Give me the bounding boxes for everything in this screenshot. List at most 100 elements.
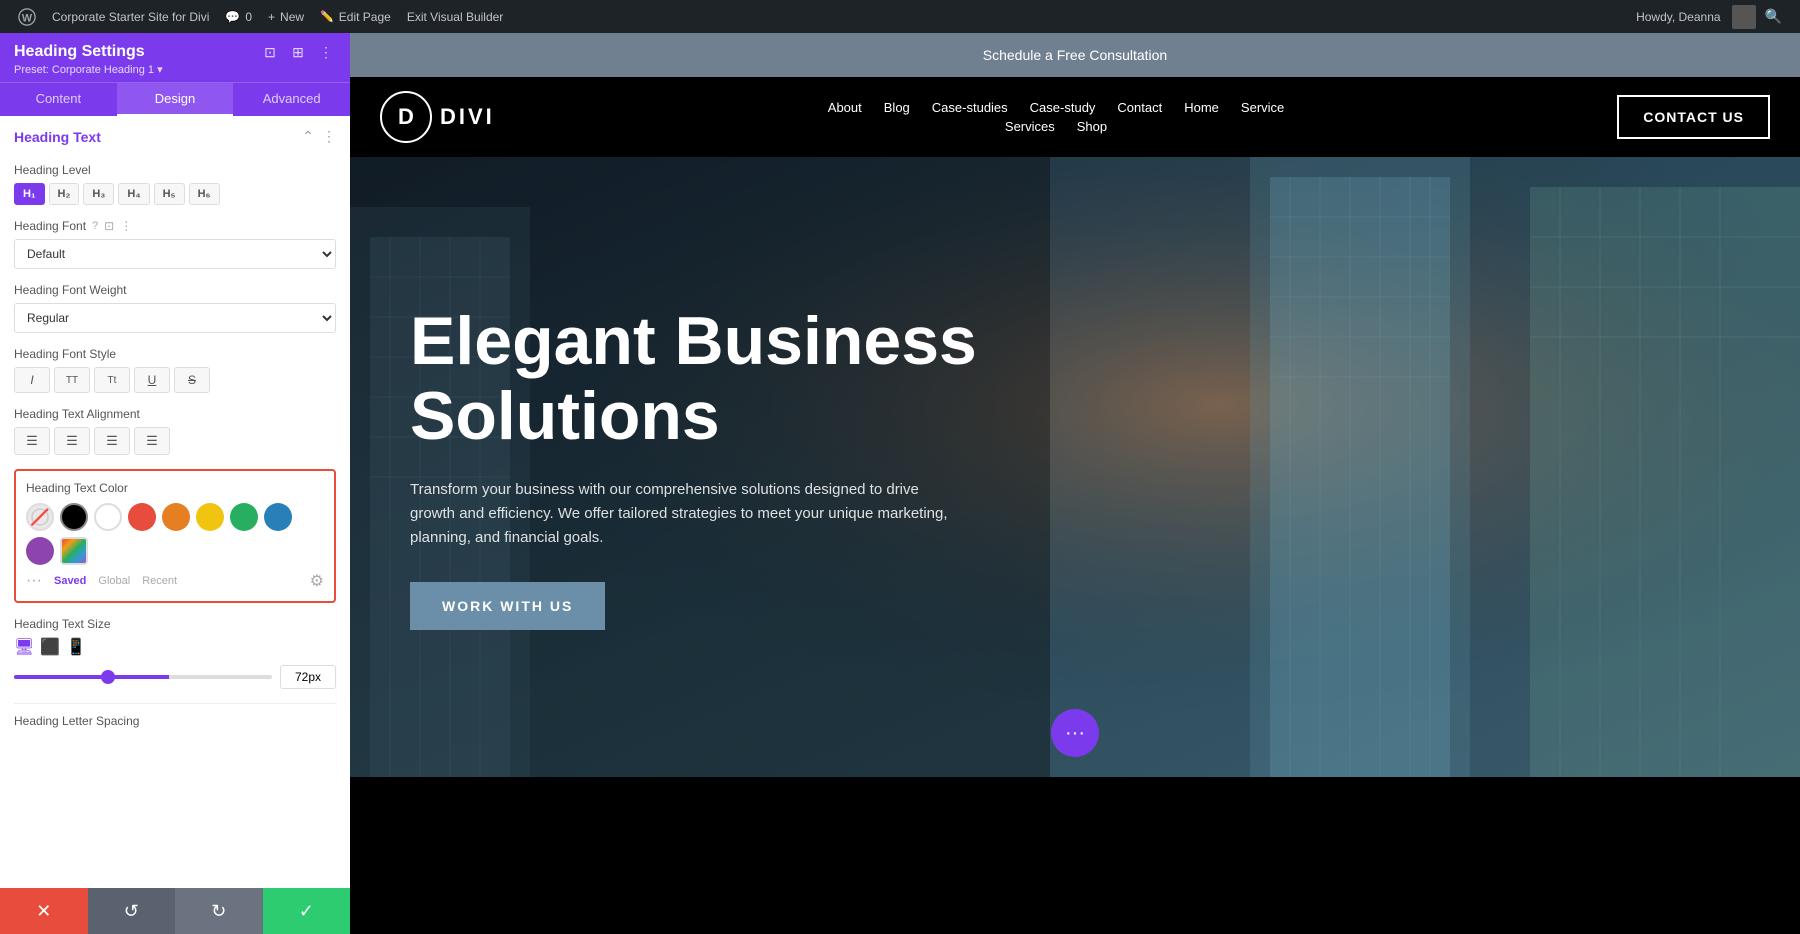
save-button[interactable]: ✓ xyxy=(263,888,351,934)
text-size-input[interactable]: 72px xyxy=(280,665,336,689)
heading-text-color-section: Heading Text Color xyxy=(14,469,336,603)
align-justify-btn[interactable]: ☰ xyxy=(134,427,170,455)
heading-font-row: Heading Font ? ⊡ ⋮ Default Arial Georgia xyxy=(14,219,336,269)
svg-text:W: W xyxy=(22,12,33,24)
heading-level-label: Heading Level xyxy=(14,163,336,177)
admin-bar: W Corporate Starter Site for Divi 💬 0 + … xyxy=(0,0,1800,33)
redo-button[interactable]: ↻ xyxy=(175,888,263,934)
contact-us-button[interactable]: CONTACT US xyxy=(1617,95,1770,139)
align-left-btn[interactable]: ☰ xyxy=(14,427,50,455)
color-swatch-transparent[interactable] xyxy=(26,503,54,531)
color-swatch-yellow[interactable] xyxy=(196,503,224,531)
color-swatch-black[interactable] xyxy=(60,503,88,531)
nav-services[interactable]: Services xyxy=(1005,119,1055,134)
underline-btn[interactable]: U xyxy=(134,367,170,393)
font-copy-icon[interactable]: ⊡ xyxy=(104,219,114,233)
settings-panel: Heading Settings ⊡ ⊞ ⋮ Preset: Corporate… xyxy=(0,33,350,934)
color-swatch-green[interactable] xyxy=(230,503,258,531)
heading-font-style-row: Heading Font Style I TT Tt U S xyxy=(14,347,336,393)
tablet-icon[interactable]: ⬛ xyxy=(40,637,60,657)
search-panel-icon[interactable]: ⊡ xyxy=(260,44,280,61)
nav-home[interactable]: Home xyxy=(1184,100,1219,115)
color-swatch-orange[interactable] xyxy=(162,503,190,531)
site-banner: Schedule a Free Consultation xyxy=(350,33,1800,77)
tab-design[interactable]: Design xyxy=(117,83,234,116)
heading-alignment-group: ☰ ☰ ☰ ☰ xyxy=(14,427,336,455)
heading-letter-spacing-label: Heading Letter Spacing xyxy=(14,714,336,728)
capitalize-btn[interactable]: Tt xyxy=(94,367,130,393)
heading-text-alignment-row: Heading Text Alignment ☰ ☰ ☰ ☰ xyxy=(14,407,336,455)
heading-h2-btn[interactable]: H₂ xyxy=(49,183,80,205)
strikethrough-btn[interactable]: S xyxy=(174,367,210,393)
heading-text-size-row: Heading Text Size 🖥 ⬛ 📱 72px xyxy=(14,617,336,689)
nav-blog[interactable]: Blog xyxy=(884,100,910,115)
hero-section: Elegant Business Solutions Transform you… xyxy=(350,157,1800,777)
floating-dots-button[interactable]: ··· xyxy=(1051,709,1099,757)
section-heading-icons: ⌃ ⋮ xyxy=(302,128,336,145)
heading-level-row: Heading Level H₁ H₂ H₃ H₄ H₅ H₆ xyxy=(14,163,336,205)
divider xyxy=(14,703,336,704)
device-icons: 🖥 ⬛ 📱 xyxy=(14,637,86,657)
font-more-icon[interactable]: ⋮ xyxy=(120,219,132,233)
color-tab-recent[interactable]: Recent xyxy=(142,575,177,587)
color-swatch-purple[interactable] xyxy=(26,537,54,565)
site-navigation: D DIVI About Blog Case-studies Case-stud… xyxy=(350,77,1800,157)
tab-content[interactable]: Content xyxy=(0,83,117,116)
color-settings-gear-icon[interactable]: ⚙ xyxy=(310,571,324,591)
edit-page-link[interactable]: ✏️ Edit Page xyxy=(312,0,399,33)
align-center-btn[interactable]: ☰ xyxy=(54,427,90,455)
nav-case-studies[interactable]: Case-studies xyxy=(932,100,1008,115)
color-tab-global[interactable]: Global xyxy=(98,575,130,587)
nav-links: About Blog Case-studies Case-study Conta… xyxy=(828,100,1285,134)
nav-contact[interactable]: Contact xyxy=(1117,100,1162,115)
color-swatch-red[interactable] xyxy=(128,503,156,531)
nav-about[interactable]: About xyxy=(828,100,862,115)
color-swatch-blue[interactable] xyxy=(264,503,292,531)
heading-h1-btn[interactable]: H₁ xyxy=(14,183,45,205)
layout-icon[interactable]: ⊞ xyxy=(288,44,308,61)
hero-cta-button[interactable]: WORK WITH US xyxy=(410,582,605,630)
heading-h3-btn[interactable]: H₃ xyxy=(83,183,114,205)
heading-h5-btn[interactable]: H₅ xyxy=(154,183,185,205)
heading-letter-spacing-row: Heading Letter Spacing xyxy=(14,714,336,728)
heading-font-select[interactable]: Default Arial Georgia xyxy=(14,239,336,269)
collapse-icon[interactable]: ⌃ xyxy=(302,128,314,145)
section-more-icon[interactable]: ⋮ xyxy=(322,128,336,145)
desktop-icon[interactable]: 🖥 xyxy=(14,637,34,657)
nav-case-study[interactable]: Case-study xyxy=(1030,100,1096,115)
comments-link[interactable]: 💬 0 xyxy=(217,0,260,33)
text-size-slider[interactable] xyxy=(14,675,272,679)
color-tabs: ··· Saved Global Recent ⚙ xyxy=(26,571,324,591)
website-preview: Schedule a Free Consultation D DIVI Abou… xyxy=(350,33,1800,934)
undo-button[interactable]: ↺ xyxy=(88,888,176,934)
more-colors-btn[interactable]: ··· xyxy=(26,572,42,590)
color-swatch-white[interactable] xyxy=(94,503,122,531)
preset-label[interactable]: Preset: Corporate Heading 1 ▾ xyxy=(14,63,336,76)
site-logo: D DIVI xyxy=(380,91,495,143)
color-tab-saved[interactable]: Saved xyxy=(54,575,86,587)
tab-advanced[interactable]: Advanced xyxy=(233,83,350,116)
heading-font-weight-select[interactable]: Regular Bold Light xyxy=(14,303,336,333)
italic-btn[interactable]: I xyxy=(14,367,50,393)
heading-font-weight-row: Heading Font Weight Regular Bold Light xyxy=(14,283,336,333)
font-help-icon[interactable]: ? xyxy=(92,220,98,232)
more-options-icon[interactable]: ⋮ xyxy=(316,44,336,61)
new-content-link[interactable]: + New xyxy=(260,0,312,33)
section-heading: Heading Text ⌃ ⋮ xyxy=(14,128,336,151)
heading-level-group: H₁ H₂ H₃ H₄ H₅ H₆ xyxy=(14,183,336,205)
heading-font-style-group: I TT Tt U S xyxy=(14,367,336,393)
site-name-link[interactable]: Corporate Starter Site for Divi xyxy=(44,0,217,33)
exit-builder-link[interactable]: Exit Visual Builder xyxy=(399,0,512,33)
panel-footer: ✕ ↺ ↻ ✓ xyxy=(0,888,350,934)
uppercase-btn[interactable]: TT xyxy=(54,367,90,393)
nav-shop[interactable]: Shop xyxy=(1077,119,1107,134)
cancel-button[interactable]: ✕ xyxy=(0,888,88,934)
nav-service[interactable]: Service xyxy=(1241,100,1284,115)
mobile-icon[interactable]: 📱 xyxy=(66,637,86,657)
heading-h6-btn[interactable]: H₆ xyxy=(189,183,220,205)
hero-subtitle: Transform your business with our compreh… xyxy=(410,478,950,550)
wp-logo-icon[interactable]: W xyxy=(10,0,44,33)
align-right-btn[interactable]: ☰ xyxy=(94,427,130,455)
color-swatch-custom[interactable] xyxy=(60,537,88,565)
heading-h4-btn[interactable]: H₄ xyxy=(118,183,149,205)
